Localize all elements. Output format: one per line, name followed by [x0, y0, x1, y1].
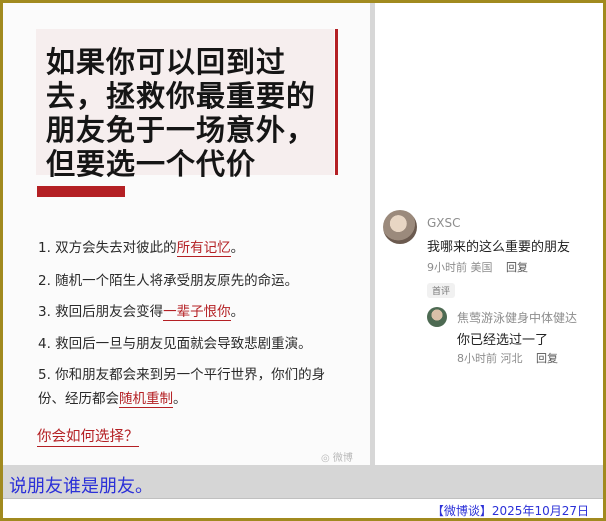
post-frame: 如果你可以回到过 去，拯救你最重要的 朋友免于一场意外， 但要选一个代价 1. … [3, 3, 603, 518]
first-comment-badge: 首评 [427, 283, 456, 298]
option-5-line1: 5. 你和朋友都会来到另一个平行世界，你们的身 [38, 363, 325, 383]
option-5-line2: 份、经历都会随机重制。 [38, 387, 187, 408]
comment-location: 美国 [470, 261, 493, 274]
watermark-text: 微博 [332, 453, 353, 464]
option-3: 3. 救回后朋友会变得一辈子恨你。 [38, 300, 245, 321]
option-text: 4. 救回后一旦与朋友见面就会导致悲剧重演。 [38, 336, 312, 352]
comment-time: 9小时前 [427, 261, 467, 274]
footer-divider [3, 498, 603, 499]
option-4: 4. 救回后一旦与朋友见面就会导致悲剧重演。 [38, 332, 312, 352]
option-text: 份、经历都会 [38, 391, 119, 407]
option-text: 1. 双方会失去对彼此的 [38, 240, 177, 256]
option-highlight: 一辈子恨你 [163, 304, 231, 321]
option-text: 。 [230, 240, 245, 256]
option-highlight: 随机重制 [119, 391, 173, 408]
option-text: 。 [173, 391, 187, 407]
weibo-watermark: ◎ 微博 [321, 453, 353, 464]
comment-username[interactable]: GXSC [427, 216, 461, 230]
option-highlight: 所有记忆 [176, 240, 231, 257]
title-accent-bar [335, 29, 338, 175]
reply-button[interactable]: 回复 [536, 352, 558, 365]
caption-text: 说朋友谁是朋友。 [9, 476, 153, 497]
comments-panel: GXSC 我哪来的这么重要的朋友 9小时前 美国 回复 首评 焦莺游泳健身中体健… [375, 3, 603, 465]
comment-meta: 9小时前 美国 回复 [427, 259, 528, 275]
option-2: 2. 随机一个陌生人将承受朋友原先的命运。 [38, 269, 298, 289]
comment-text: 你已经选过一了 [457, 333, 549, 348]
footer-source: 【微博谈】2025年10月27日 [431, 504, 589, 518]
option-text: 2. 随机一个陌生人将承受朋友原先的命运。 [38, 273, 299, 289]
comment-time: 8小时前 [457, 352, 497, 365]
option-text: 3. 救回后朋友会变得 [38, 304, 164, 320]
choice-question: 你会如何选择？ [37, 425, 139, 447]
option-text: 5. 你和朋友都会来到另一个平行世界，你们的身 [38, 367, 326, 383]
card-title-line: 但要选一个代价 [46, 147, 257, 181]
option-1: 1. 双方会失去对彼此的所有记忆。 [38, 236, 245, 257]
avatar[interactable] [427, 307, 447, 327]
comment-meta: 8小时前 河北 回复 [457, 350, 558, 366]
comment-location: 河北 [500, 352, 523, 365]
option-text: 。 [230, 304, 245, 320]
comment-text: 我哪来的这么重要的朋友 [427, 240, 571, 255]
question-card: 如果你可以回到过 去，拯救你最重要的 朋友免于一场意外， 但要选一个代价 1. … [3, 3, 370, 465]
card-title-box: 如果你可以回到过 去，拯救你最重要的 朋友免于一场意外， 但要选一个代价 [36, 29, 338, 181]
red-divider [37, 186, 125, 197]
reply-button[interactable]: 回复 [506, 261, 528, 274]
avatar[interactable] [383, 210, 417, 244]
comment-username[interactable]: 焦莺游泳健身中体健达 [457, 309, 577, 326]
